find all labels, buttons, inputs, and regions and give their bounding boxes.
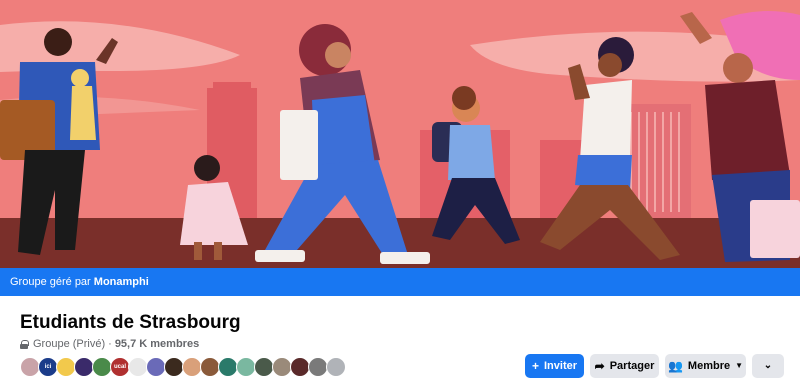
- meta-separator: ·: [108, 338, 112, 350]
- managed-by-prefix: Groupe géré par: [10, 276, 91, 288]
- cover-photo[interactable]: [0, 0, 800, 268]
- member-label: Membre: [687, 360, 731, 372]
- avatar[interactable]: [236, 357, 256, 377]
- invite-label: Inviter: [544, 360, 578, 372]
- member-avatar-stack[interactable]: ici ucal: [20, 357, 346, 377]
- avatar[interactable]: [146, 357, 166, 377]
- avatar[interactable]: [326, 357, 346, 377]
- avatar[interactable]: [200, 357, 220, 377]
- more-options-button[interactable]: ⌄: [752, 354, 784, 378]
- caret-down-icon: ▼: [735, 361, 744, 370]
- share-button[interactable]: ➦ Partager: [590, 354, 659, 378]
- managed-by-banner: Groupe géré par Monamphi: [0, 268, 800, 296]
- group-actions: + Inviter ➦ Partager 👥 Membre ▼ ⌄: [525, 354, 784, 378]
- invite-button[interactable]: + Inviter: [525, 354, 584, 378]
- avatar[interactable]: [308, 357, 328, 377]
- avatar[interactable]: [20, 357, 40, 377]
- avatar[interactable]: [182, 357, 202, 377]
- avatar[interactable]: [218, 357, 238, 377]
- group-page: Groupe géré par Monamphi Etudiants de St…: [0, 0, 800, 384]
- avatar[interactable]: [290, 357, 310, 377]
- avatar[interactable]: [272, 357, 292, 377]
- avatar[interactable]: [164, 357, 184, 377]
- avatar[interactable]: [128, 357, 148, 377]
- share-arrow-icon: ➦: [594, 359, 605, 373]
- lock-icon: [20, 339, 29, 349]
- chevron-down-icon: ⌄: [763, 360, 773, 371]
- group-privacy[interactable]: Groupe (Privé): [33, 338, 105, 350]
- share-label: Partager: [609, 360, 655, 372]
- cover-illustration: [0, 0, 800, 268]
- avatar[interactable]: [254, 357, 274, 377]
- avatar[interactable]: ici: [38, 357, 58, 377]
- plus-icon: +: [531, 359, 539, 373]
- group-title[interactable]: Etudiants de Strasbourg: [20, 312, 241, 334]
- group-meta: Groupe (Privé) · 95,7 K membres: [20, 338, 199, 350]
- member-button[interactable]: 👥 Membre ▼: [665, 354, 746, 378]
- members-icon: 👥: [667, 359, 683, 373]
- group-header-info: Etudiants de Strasbourg Groupe (Privé) ·…: [0, 296, 800, 384]
- avatar[interactable]: [56, 357, 76, 377]
- avatar[interactable]: [92, 357, 112, 377]
- member-count-link[interactable]: 95,7 K membres: [115, 338, 199, 350]
- admin-name-link[interactable]: Monamphi: [94, 276, 149, 288]
- avatar[interactable]: [74, 357, 94, 377]
- avatar[interactable]: ucal: [110, 357, 130, 377]
